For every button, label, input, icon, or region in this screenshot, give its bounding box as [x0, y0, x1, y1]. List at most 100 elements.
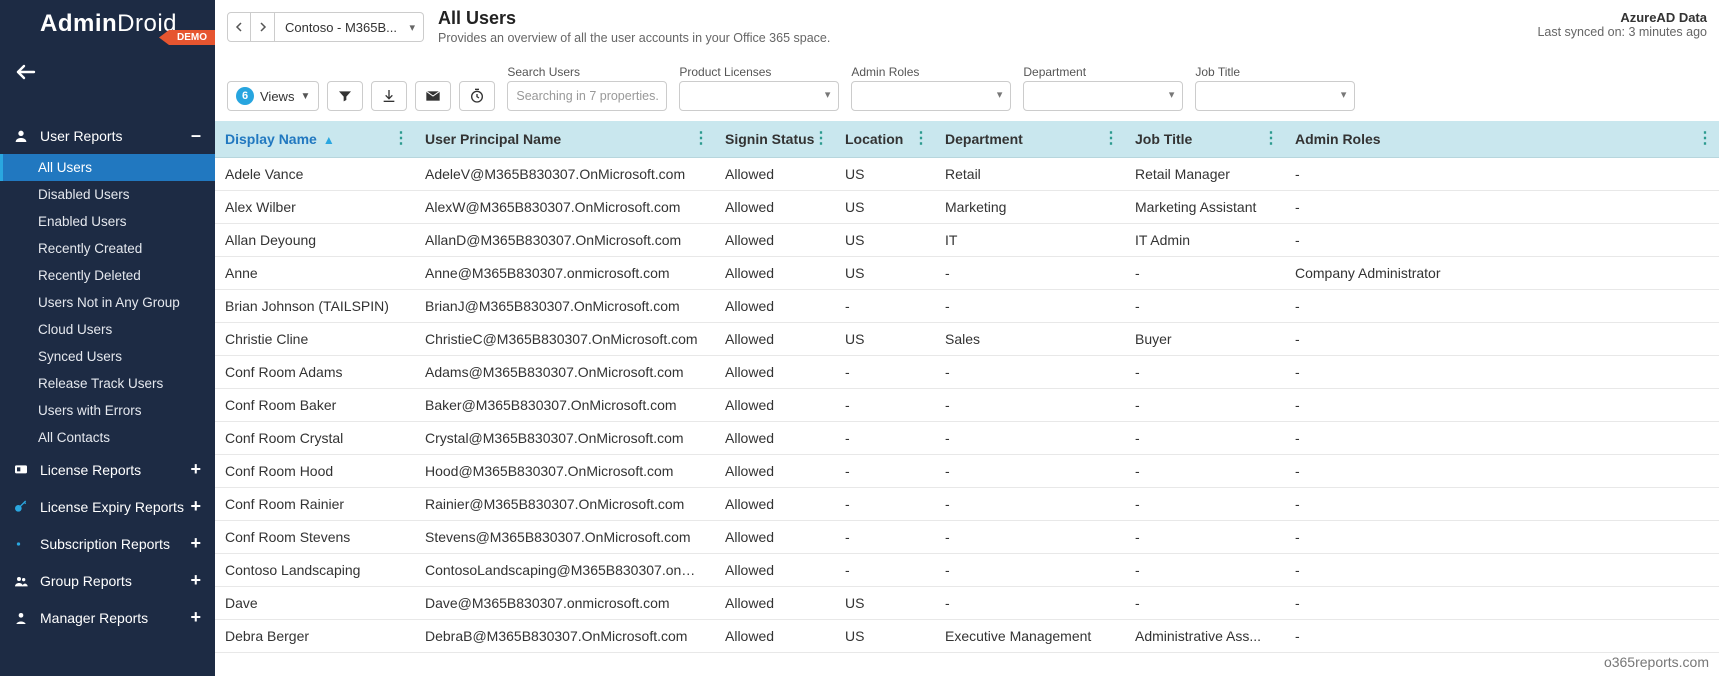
sync-value: 3 minutes ago	[1628, 25, 1707, 39]
sidebar-section[interactable]: License Reports+	[0, 451, 215, 488]
cell-job: -	[1125, 389, 1285, 422]
sidebar-item[interactable]: Recently Created	[0, 235, 215, 262]
cell-loc: US	[835, 158, 935, 191]
cell-loc: -	[835, 290, 935, 323]
sidebar-item[interactable]: Release Track Users	[0, 370, 215, 397]
table-row[interactable]: Conf Room StevensStevens@M365B830307.OnM…	[215, 521, 1719, 554]
expand-toggle-icon[interactable]: +	[190, 607, 201, 628]
table-row[interactable]: Alex WilberAlexW@M365B830307.OnMicrosoft…	[215, 191, 1719, 224]
cell-upn: Hood@M365B830307.OnMicrosoft.com	[415, 455, 715, 488]
table-row[interactable]: Brian Johnson (TAILSPIN)BrianJ@M365B8303…	[215, 290, 1719, 323]
sidebar-section[interactable]: License Expiry Reports+	[0, 488, 215, 525]
tenant-selector[interactable]: Contoso - M365B...	[275, 12, 424, 42]
expand-toggle-icon[interactable]: –	[191, 125, 201, 146]
demo-ribbon: DEMO	[159, 30, 215, 45]
sidebar-item[interactable]: Users with Errors	[0, 397, 215, 424]
sidebar-item[interactable]: Cloud Users	[0, 316, 215, 343]
table-row[interactable]: Debra BergerDebraB@M365B830307.OnMicroso…	[215, 620, 1719, 653]
cell-job: -	[1125, 554, 1285, 587]
sidebar-item[interactable]: Disabled Users	[0, 181, 215, 208]
table-row[interactable]: Adele VanceAdeleV@M365B830307.OnMicrosof…	[215, 158, 1719, 191]
sidebar-section[interactable]: Manager Reports+	[0, 599, 215, 636]
sidebar-item[interactable]: Users Not in Any Group	[0, 289, 215, 316]
table-row[interactable]: Contoso LandscapingContosoLandscaping@M3…	[215, 554, 1719, 587]
cell-roles: -	[1285, 191, 1719, 224]
cell-roles: -	[1285, 389, 1719, 422]
cell-upn: DebraB@M365B830307.OnMicrosoft.com	[415, 620, 715, 653]
table-row[interactable]: Christie ClineChristieC@M365B830307.OnMi…	[215, 323, 1719, 356]
cell-dept: -	[935, 554, 1125, 587]
sync-status: Last synced on: 3 minutes ago	[1537, 25, 1707, 39]
expand-toggle-icon[interactable]: +	[190, 570, 201, 591]
filter-dropdown[interactable]	[679, 81, 839, 111]
column-menu-icon[interactable]: ⋮	[1103, 131, 1119, 147]
cell-job: IT Admin	[1125, 224, 1285, 257]
cell-loc: -	[835, 554, 935, 587]
column-menu-icon[interactable]: ⋮	[913, 131, 929, 147]
download-button[interactable]	[371, 81, 407, 111]
sidebar-item[interactable]: Recently Deleted	[0, 262, 215, 289]
sidebar-item[interactable]: All Contacts	[0, 424, 215, 451]
cell-loc: US	[835, 257, 935, 290]
title-block: All Users Provides an overview of all th…	[438, 8, 830, 45]
table-row[interactable]: Conf Room RainierRainier@M365B830307.OnM…	[215, 488, 1719, 521]
cell-signin: Allowed	[715, 356, 835, 389]
breadcrumb-prev-button[interactable]	[227, 12, 251, 42]
sidebar-section[interactable]: User Reports–	[0, 117, 215, 154]
filter-button[interactable]	[327, 81, 363, 111]
column-header[interactable]: Location⋮	[835, 121, 935, 158]
column-header[interactable]: Signin Status⋮	[715, 121, 835, 158]
column-menu-icon[interactable]: ⋮	[693, 131, 709, 147]
column-menu-icon[interactable]: ⋮	[1263, 131, 1279, 147]
table-row[interactable]: Conf Room AdamsAdams@M365B830307.OnMicro…	[215, 356, 1719, 389]
sidebar-item[interactable]: All Users	[0, 154, 215, 181]
filter-dropdown[interactable]	[1195, 81, 1355, 111]
sidebar-section[interactable]: Group Reports+	[0, 562, 215, 599]
filter-dropdown[interactable]	[851, 81, 1011, 111]
column-header[interactable]: Admin Roles⋮	[1285, 121, 1719, 158]
table-row[interactable]: Conf Room HoodHood@M365B830307.OnMicroso…	[215, 455, 1719, 488]
views-dropdown[interactable]: 6 Views ▼	[227, 81, 319, 111]
search-filter: Search Users	[507, 65, 667, 111]
column-menu-icon[interactable]: ⋮	[393, 131, 409, 147]
filter-label: Product Licenses	[679, 65, 839, 79]
cell-dept: -	[935, 389, 1125, 422]
cell-name: Conf Room Adams	[215, 356, 415, 389]
column-header[interactable]: Department⋮	[935, 121, 1125, 158]
column-header[interactable]: Display Name▲⋮	[215, 121, 415, 158]
sidebar-nav: User Reports–All UsersDisabled UsersEnab…	[0, 117, 215, 636]
back-arrow-icon[interactable]	[14, 60, 215, 89]
cell-signin: Allowed	[715, 521, 835, 554]
table-row[interactable]: DaveDave@M365B830307.onmicrosoft.comAllo…	[215, 587, 1719, 620]
expand-toggle-icon[interactable]: +	[190, 459, 201, 480]
table-row[interactable]: Allan DeyoungAllanD@M365B830307.OnMicros…	[215, 224, 1719, 257]
table-row[interactable]: Conf Room CrystalCrystal@M365B830307.OnM…	[215, 422, 1719, 455]
cell-signin: Allowed	[715, 587, 835, 620]
column-header[interactable]: Job Title⋮	[1125, 121, 1285, 158]
column-menu-icon[interactable]: ⋮	[1697, 131, 1713, 147]
mail-button[interactable]	[415, 81, 451, 111]
cell-signin: Allowed	[715, 455, 835, 488]
users-table: Display Name▲⋮User Principal Name⋮Signin…	[215, 121, 1719, 653]
schedule-button[interactable]	[459, 81, 495, 111]
expand-toggle-icon[interactable]: +	[190, 496, 201, 517]
cell-loc: -	[835, 455, 935, 488]
expand-toggle-icon[interactable]: +	[190, 533, 201, 554]
cell-roles: -	[1285, 521, 1719, 554]
cell-loc: US	[835, 587, 935, 620]
cell-name: Conf Room Baker	[215, 389, 415, 422]
filter-dropdown[interactable]	[1023, 81, 1183, 111]
column-header[interactable]: User Principal Name⋮	[415, 121, 715, 158]
sidebar-item[interactable]: Enabled Users	[0, 208, 215, 235]
sidebar-item[interactable]: Synced Users	[0, 343, 215, 370]
sidebar-section[interactable]: Subscription Reports+	[0, 525, 215, 562]
search-input[interactable]	[507, 81, 667, 111]
page-subtitle: Provides an overview of all the user acc…	[438, 31, 830, 45]
table-row[interactable]: AnneAnne@M365B830307.onmicrosoft.comAllo…	[215, 257, 1719, 290]
dot-icon	[12, 535, 30, 553]
breadcrumb-next-button[interactable]	[251, 12, 275, 42]
table-row[interactable]: Conf Room BakerBaker@M365B830307.OnMicro…	[215, 389, 1719, 422]
sidebar-section-label: License Expiry Reports	[40, 499, 190, 515]
cell-roles: -	[1285, 554, 1719, 587]
column-menu-icon[interactable]: ⋮	[813, 131, 829, 147]
